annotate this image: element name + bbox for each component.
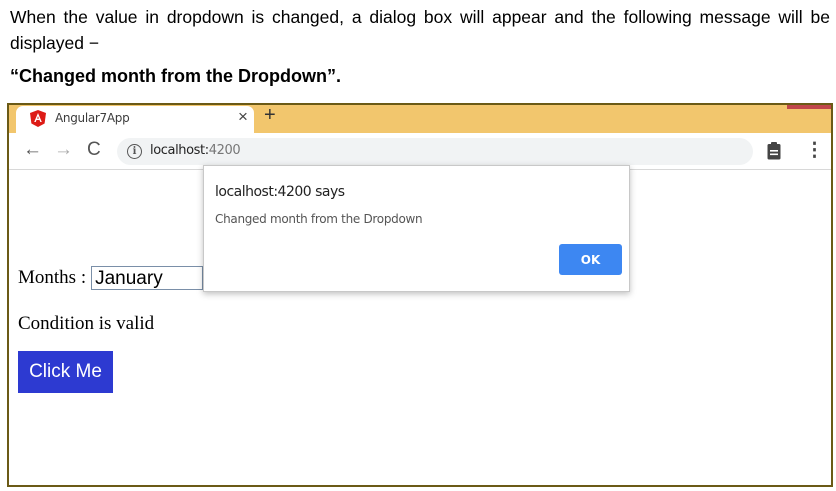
browser-toolbar: ← → C i localhost:4200 ⋮	[9, 133, 831, 169]
months-label: Months :	[18, 267, 87, 288]
url-port: 4200	[208, 143, 241, 158]
alert-dialog: localhost:4200 says Changed month from t…	[203, 165, 630, 292]
url-text[interactable]: localhost:4200	[150, 143, 241, 158]
close-tab-icon[interactable]: ×	[238, 107, 248, 127]
address-bar[interactable]: i localhost:4200	[117, 138, 753, 165]
browser-window: Angular7App × + ← → C i localhost:4200 ⋮…	[7, 103, 833, 487]
dialog-message: Changed month from the Dropdown	[215, 212, 423, 226]
window-control-accent[interactable]	[787, 105, 831, 109]
condition-status: Condition is valid	[18, 313, 155, 334]
months-dropdown[interactable]: January	[91, 266, 204, 290]
info-icon[interactable]: i	[127, 144, 142, 159]
ok-button[interactable]: OK	[559, 244, 622, 275]
tab-strip: Angular7App × +	[9, 105, 831, 133]
dialog-title: localhost:4200 says	[215, 184, 345, 200]
tab-angular7app[interactable]: Angular7App ×	[16, 106, 254, 133]
tab-title: Angular7App	[55, 111, 130, 125]
clipboard-extension-icon[interactable]	[767, 142, 781, 160]
months-row: Months : January	[18, 266, 204, 290]
reload-icon[interactable]: C	[87, 139, 101, 161]
back-arrow-icon[interactable]: ←	[23, 139, 42, 161]
forward-arrow-icon[interactable]: →	[54, 139, 73, 161]
intro-paragraph: When the value in dropdown is changed, a…	[10, 7, 830, 53]
new-tab-button[interactable]: +	[264, 105, 276, 127]
click-me-button[interactable]: Click Me	[18, 351, 113, 393]
angular-icon	[30, 110, 46, 127]
message-note: “Changed month from the Dropdown”.	[10, 66, 341, 86]
url-host: localhost:	[150, 143, 209, 158]
more-menu-icon[interactable]: ⋮	[805, 139, 824, 162]
